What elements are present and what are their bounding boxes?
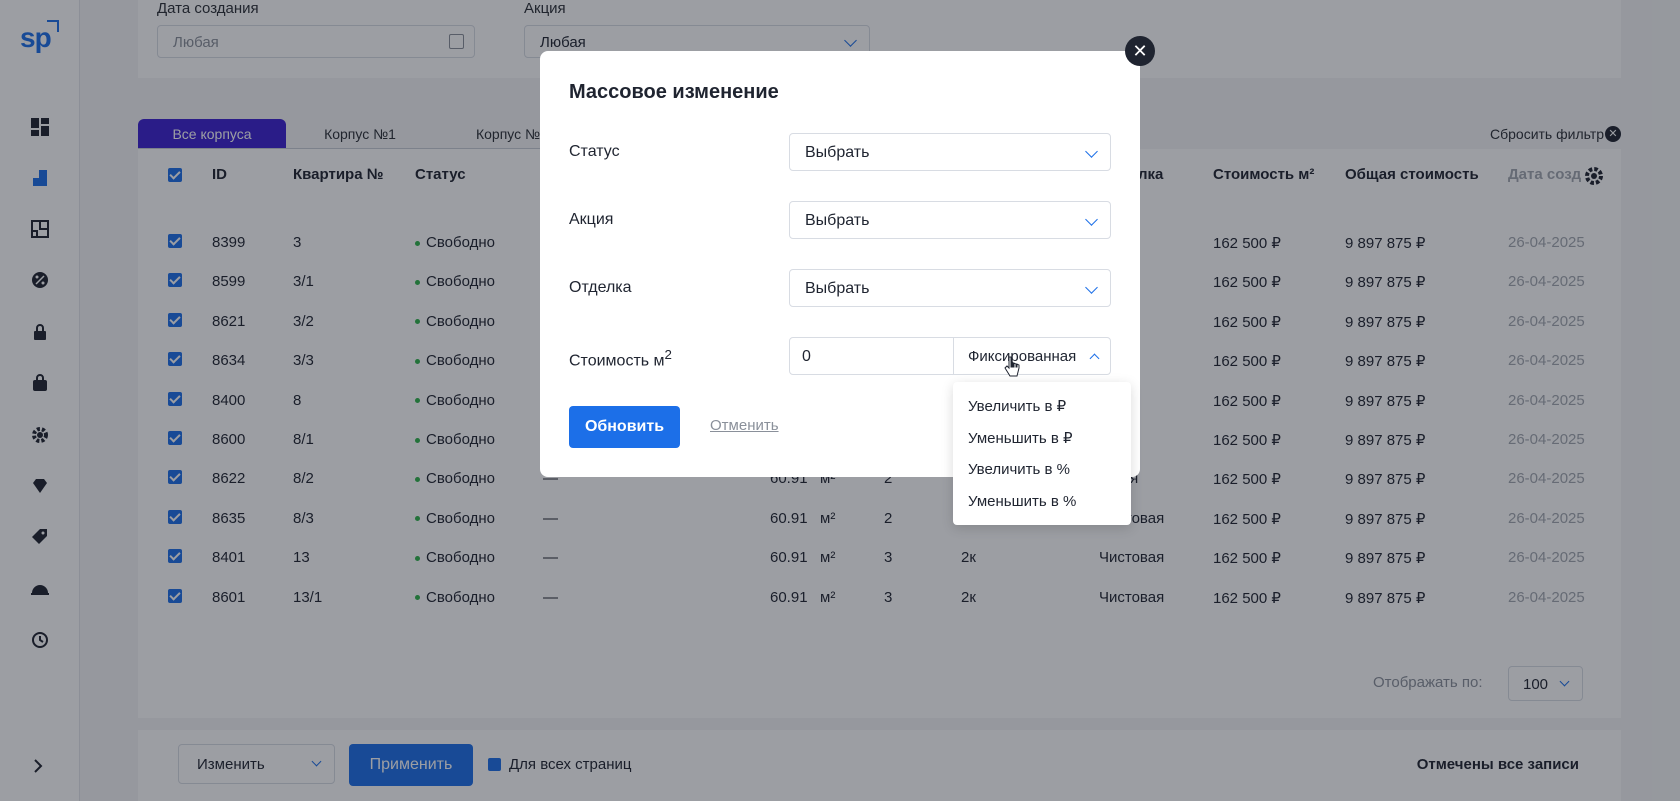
option-decrease-rub[interactable]: Уменьшить в ₽ (953, 426, 1131, 458)
chevron-up-icon (1089, 353, 1100, 364)
promo-select[interactable]: Выбрать (789, 201, 1111, 239)
modal-close-icon[interactable]: ✕ (1125, 36, 1155, 66)
pointer-cursor-icon (1004, 356, 1020, 378)
status-label: Статус (569, 143, 620, 160)
chevron-down-icon (1085, 145, 1098, 158)
update-button[interactable]: Обновить (569, 406, 680, 448)
price-mode-select[interactable]: Фиксированная (953, 337, 1111, 375)
modal-title: Массовое изменение (569, 81, 779, 103)
option-increase-rub[interactable]: Увеличить в ₽ (953, 394, 1131, 426)
option-decrease-percent[interactable]: Уменьшить в % (953, 490, 1131, 522)
cancel-button[interactable]: Отменить (710, 417, 779, 434)
chevron-down-icon (1085, 281, 1098, 294)
price-m2-input[interactable]: 0 (789, 337, 954, 375)
option-increase-percent[interactable]: Увеличить в % (953, 458, 1131, 490)
promo-label: Акция (569, 211, 614, 228)
finish-label: Отделка (569, 279, 632, 296)
chevron-down-icon (1085, 213, 1098, 226)
status-select[interactable]: Выбрать (789, 133, 1111, 171)
price-m2-label: Стоимость м2 (569, 347, 672, 370)
finish-select[interactable]: Выбрать (789, 269, 1111, 307)
price-mode-dropdown: Увеличить в ₽ Уменьшить в ₽ Увеличить в … (953, 382, 1131, 525)
